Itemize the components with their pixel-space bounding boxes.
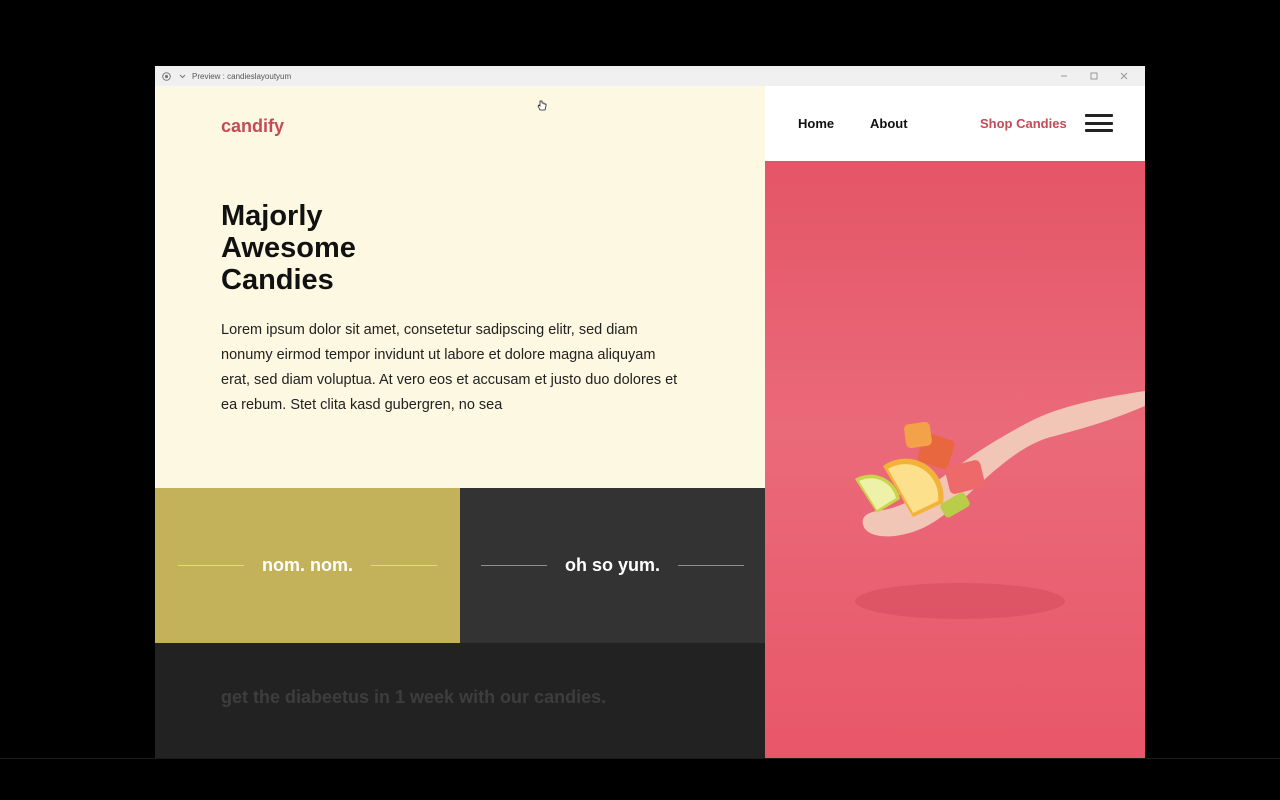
top-navigation: Home About Shop Candies [765,86,1145,161]
hand-cursor-icon [537,100,547,111]
divider [178,565,244,566]
taskbar-divider [0,758,1280,759]
window-title: Preview : candieslayoutyum [192,71,292,81]
left-column: candify Majorly Awesome Candies Lorem ip… [155,86,765,758]
chevron-down-icon[interactable] [177,71,187,81]
title-bar: Preview : candieslayoutyum [155,66,1145,86]
divider [371,565,437,566]
headline-line: Candies [221,264,334,296]
candy-hand-photo [765,161,1145,758]
right-column: Home About Shop Candies [765,86,1145,758]
footer-band: get the diabeetus in 1 week with our can… [155,643,765,758]
brand-logo[interactable]: candify [221,116,284,137]
menu-bar [1085,114,1113,117]
headline-line: Majorly [221,200,323,232]
window-controls [1049,66,1139,86]
tile-nom-nom: nom. nom. [155,488,460,643]
tile-label: nom. nom. [262,555,353,575]
divider [480,565,547,566]
minimize-button[interactable] [1049,66,1079,86]
menu-bar [1085,121,1113,125]
nav-about-link[interactable]: About [870,116,908,131]
divider [678,565,744,566]
headline-line: Awesome [221,232,356,264]
tile-oh-so-yum: oh so yum. [460,488,765,643]
nav-home-link[interactable]: Home [798,116,834,131]
browser-window: Preview : candieslayoutyum candify Major… [155,66,1145,758]
page-headline: Majorly Awesome Candies [221,200,356,296]
footer-tagline: get the diabeetus in 1 week with our can… [221,687,607,707]
tile-label: oh so yum. [564,555,660,575]
maximize-button[interactable] [1079,66,1109,86]
hero-body-text: Lorem ipsum dolor sit amet, consetetur s… [221,322,678,413]
hamburger-menu-icon[interactable] [1085,114,1113,132]
app-icon [161,71,171,81]
close-button[interactable] [1109,66,1139,86]
hero-section: candify Majorly Awesome Candies Lorem ip… [155,86,765,488]
candy-hand-illustration [855,391,1145,619]
nav-shop-candies-link[interactable]: Shop Candies [980,116,1067,131]
menu-bar [1085,129,1113,132]
